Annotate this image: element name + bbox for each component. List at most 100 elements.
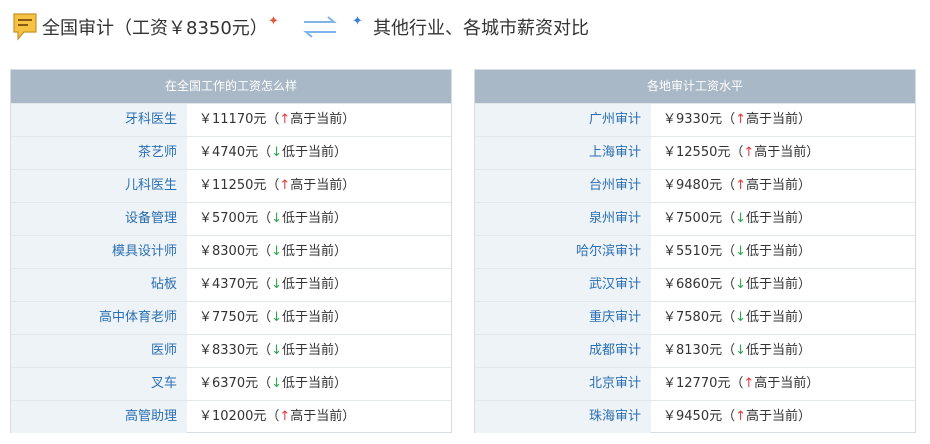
comparison-title: 其他行业、各城市薪资对比 (373, 18, 589, 39)
comparison-note: 高于当前 (754, 145, 807, 160)
salary-value: ￥7750元（↓低于当前） (199, 310, 348, 325)
row-label-link[interactable]: 茶艺师 (11, 137, 187, 169)
salary-amount: ￥9480元 (663, 178, 723, 193)
row-label-link[interactable]: 台州审计 (475, 170, 651, 202)
table-row: 医师 ￥8330元（↓低于当前） (11, 334, 451, 367)
row-label-link[interactable]: 重庆审计 (475, 302, 651, 334)
salary-amount: ￥7580元 (663, 310, 723, 325)
arrow-down-icon: ↓ (271, 343, 283, 358)
salary-value: ￥6370元（↓低于当前） (199, 376, 348, 391)
comparison-note: 高于当前 (290, 178, 343, 193)
national-salary-panel: 在全国工作的工资怎么样 牙科医生 ￥11170元（↑高于当前） 茶艺师 ￥4740元（… (10, 69, 452, 433)
table-row: 武汉审计 ￥6860元（↓低于当前） (475, 268, 915, 301)
comparison-note: 低于当前 (282, 145, 335, 160)
table-row: 高管助理 ￥10200元（↑高于当前） (11, 400, 451, 433)
arrow-up-icon: ↑ (279, 178, 291, 193)
salary-amount: ￥12550元 (663, 145, 731, 160)
arrow-down-icon: ↓ (735, 310, 747, 325)
salary-value: ￥7500元（↓低于当前） (663, 211, 812, 226)
row-label-link[interactable]: 哈尔滨审计 (475, 236, 651, 268)
salary-value: ￥5700元（↓低于当前） (199, 211, 348, 226)
table-row: 模具设计师 ￥8300元（↓低于当前） (11, 235, 451, 268)
note-badge-icon (13, 13, 37, 41)
panel-title: 在全国工作的工资怎么样 (11, 70, 451, 103)
table-row: 北京审计 ￥12770元（↑高于当前） (475, 367, 915, 400)
table-row: 砧板 ￥4370元（↓低于当前） (11, 268, 451, 301)
table-row: 广州审计 ￥9330元（↑高于当前） (475, 103, 915, 136)
salary-value: ￥9330元（↑高于当前） (663, 112, 812, 127)
table-row: 珠海审计 ￥9450元（↑高于当前） (475, 400, 915, 433)
salary-amount: ￥4370元 (199, 277, 259, 292)
table-row: 茶艺师 ￥4740元（↓低于当前） (11, 136, 451, 169)
salary-value: ￥9450元（↑高于当前） (663, 409, 812, 424)
table-row: 设备管理 ￥5700元（↓低于当前） (11, 202, 451, 235)
comparison-note: 低于当前 (282, 343, 335, 358)
row-label-link[interactable]: 珠海审计 (475, 401, 651, 433)
salary-amount: ￥5700元 (199, 211, 259, 226)
table-row: 叉车 ￥6370元（↓低于当前） (11, 367, 451, 400)
city-salary-panel: 各地审计工资水平 广州审计 ￥9330元（↑高于当前） 上海审计 ￥12550元（↑高… (474, 69, 916, 433)
salary-value: ￥11250元（↑高于当前） (199, 178, 356, 193)
salary-amount: ￥12770元 (663, 376, 731, 391)
row-label-link[interactable]: 叉车 (11, 368, 187, 400)
arrow-up-icon: ↑ (279, 409, 291, 424)
table-row: 成都审计 ￥8130元（↓低于当前） (475, 334, 915, 367)
salary-list: 牙科医生 ￥11170元（↑高于当前） 茶艺师 ￥4740元（↓低于当前） 儿科医生 ￥1… (11, 103, 451, 433)
comparison-note: 低于当前 (282, 310, 335, 325)
salary-amount: ￥8300元 (199, 244, 259, 259)
salary-amount: ￥11170元 (199, 112, 267, 127)
arrow-down-icon: ↓ (735, 244, 747, 259)
salary-value: ￥11170元（↑高于当前） (199, 112, 356, 127)
row-label-link[interactable]: 设备管理 (11, 203, 187, 235)
comparison-note: 高于当前 (746, 112, 799, 127)
salary-amount: ￥5510元 (663, 244, 723, 259)
row-label-link[interactable]: 上海审计 (475, 137, 651, 169)
row-label-link[interactable]: 泉州审计 (475, 203, 651, 235)
comparison-header: 全国审计（工资￥8350元） ✦ ✦ 其他行业、各城市薪资对比 (0, 0, 930, 52)
row-label-link[interactable]: 武汉审计 (475, 269, 651, 301)
table-row: 重庆审计 ￥7580元（↓低于当前） (475, 301, 915, 334)
arrow-up-icon: ↑ (743, 376, 755, 391)
comparison-note: 低于当前 (282, 211, 335, 226)
salary-value: ￥4740元（↓低于当前） (199, 145, 348, 160)
salary-amount: ￥8130元 (663, 343, 723, 358)
arrow-down-icon: ↓ (271, 376, 283, 391)
table-row: 牙科医生 ￥11170元（↑高于当前） (11, 103, 451, 136)
arrow-down-icon: ↓ (271, 211, 283, 226)
comparison-note: 高于当前 (290, 409, 343, 424)
row-label-link[interactable]: 牙科医生 (11, 104, 187, 136)
comparison-note: 高于当前 (290, 112, 343, 127)
table-row: 台州审计 ￥9480元（↑高于当前） (475, 169, 915, 202)
salary-value: ￥8330元（↓低于当前） (199, 343, 348, 358)
table-row: 高中体育老师 ￥7750元（↓低于当前） (11, 301, 451, 334)
salary-amount: ￥9450元 (663, 409, 723, 424)
arrow-up-icon: ↑ (735, 112, 747, 127)
row-label-link[interactable]: 模具设计师 (11, 236, 187, 268)
arrow-down-icon: ↓ (735, 211, 747, 226)
salary-value: ￥12550元（↑高于当前） (663, 145, 820, 160)
salary-value: ￥9480元（↑高于当前） (663, 178, 812, 193)
table-row: 儿科医生 ￥11250元（↑高于当前） (11, 169, 451, 202)
row-label-link[interactable]: 儿科医生 (11, 170, 187, 202)
row-label-link[interactable]: 成都审计 (475, 335, 651, 367)
comparison-note: 低于当前 (746, 244, 799, 259)
row-label-link[interactable]: 医师 (11, 335, 187, 367)
row-label-link[interactable]: 高中体育老师 (11, 302, 187, 334)
comparison-note: 高于当前 (754, 376, 807, 391)
row-label-link[interactable]: 广州审计 (475, 104, 651, 136)
arrow-up-icon: ↑ (735, 409, 747, 424)
row-label-link[interactable]: 高管助理 (11, 401, 187, 433)
salary-value: ￥8300元（↓低于当前） (199, 244, 348, 259)
row-label-link[interactable]: 北京审计 (475, 368, 651, 400)
arrow-down-icon: ↓ (271, 277, 283, 292)
salary-amount: ￥9330元 (663, 112, 723, 127)
red-star-icon: ✦ (268, 14, 279, 29)
row-label-link[interactable]: 砧板 (11, 269, 187, 301)
salary-amount: ￥7500元 (663, 211, 723, 226)
salary-value: ￥6860元（↓低于当前） (663, 277, 812, 292)
comparison-note: 低于当前 (746, 211, 799, 226)
arrow-up-icon: ↑ (735, 178, 747, 193)
swap-arrows-icon[interactable] (300, 14, 340, 40)
comparison-note: 低于当前 (746, 310, 799, 325)
comparison-note: 高于当前 (746, 178, 799, 193)
